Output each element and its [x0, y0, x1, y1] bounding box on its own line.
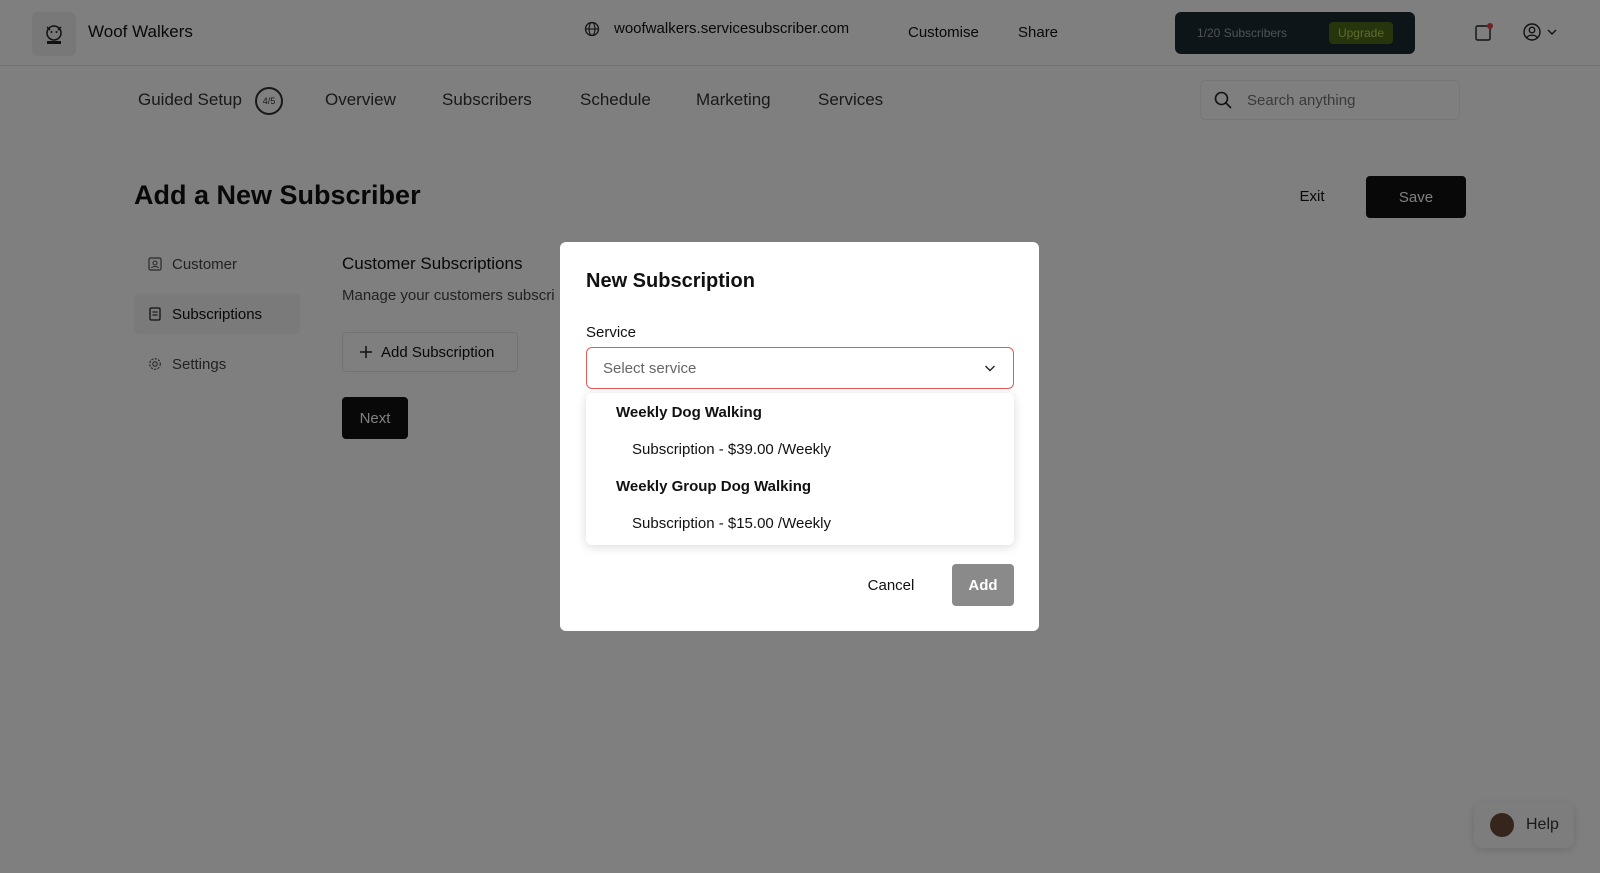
service-dropdown: Weekly Dog Walking Subscription - $39.00… [586, 393, 1014, 545]
modal-title: New Subscription [586, 270, 755, 292]
service-label: Service [586, 324, 637, 341]
dropdown-option[interactable]: Subscription - $15.00 /Weekly [632, 515, 831, 532]
dropdown-group-header: Weekly Group Dog Walking [616, 478, 812, 495]
service-select[interactable]: Select service [586, 347, 1014, 389]
add-button[interactable]: Add [952, 564, 1014, 606]
chevron-down-icon [985, 365, 995, 372]
new-subscription-modal: New Subscription Service Select service … [560, 242, 1039, 631]
dropdown-option[interactable]: Subscription - $39.00 /Weekly [632, 441, 831, 458]
service-select-placeholder: Select service [603, 359, 697, 377]
cancel-button[interactable]: Cancel [856, 564, 926, 606]
dropdown-group-header: Weekly Dog Walking [616, 404, 762, 421]
